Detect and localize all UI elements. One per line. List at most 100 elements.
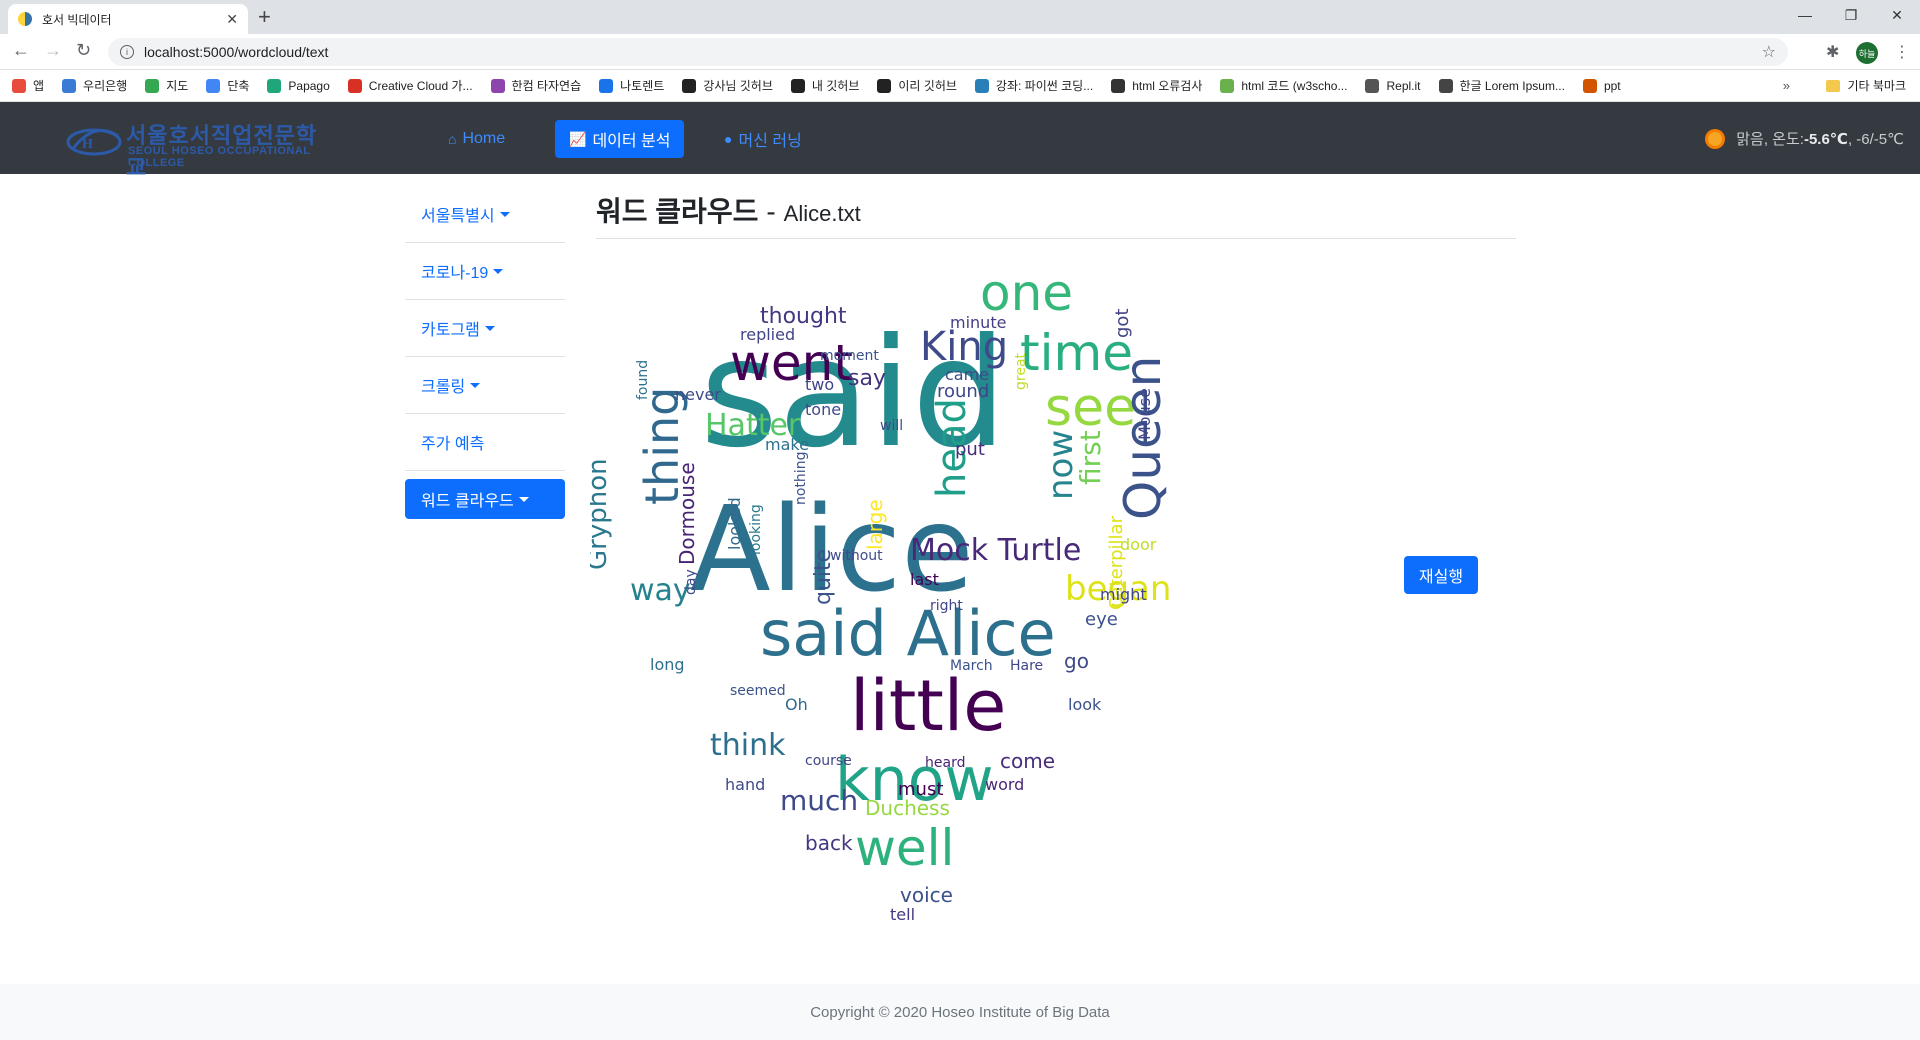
bookmark-item[interactable]: 한글 Lorem Ipsum... — [1438, 77, 1565, 94]
bookmark-item[interactable]: Repl.it — [1365, 78, 1421, 93]
bookmarks-overflow-icon[interactable]: » — [1783, 78, 1790, 93]
bookmark-item[interactable]: 이리 깃허브 — [877, 77, 957, 94]
caret-down-icon — [518, 496, 529, 502]
logo-english-text: SEOUL HOSEO OCCUPATIONAL COLLEGE — [128, 145, 311, 169]
word-cloud-image: saidAlicesaid Alicelittleknowwentthingon… — [590, 264, 1172, 924]
bookmark-favicon-icon — [1365, 78, 1380, 93]
college-logo[interactable]: H 서울호서직업전문학교 SEOUL HOSEO OCCUPATIONAL CO… — [64, 116, 334, 180]
back-arrow-icon[interactable]: ← — [12, 40, 30, 61]
bookmark-label: 우리은행 — [83, 79, 128, 93]
cloud-word: door — [1120, 535, 1157, 554]
bookmark-item[interactable]: 우리은행 — [62, 77, 127, 94]
bookmark-item[interactable]: 강사님 깃허브 — [682, 77, 773, 94]
cloud-word: replied — [740, 325, 795, 344]
weather-range: , -6/-5℃ — [1847, 130, 1904, 148]
bookmark-item[interactable]: Creative Cloud 가... — [347, 77, 473, 94]
bookmark-favicon-icon — [145, 78, 160, 93]
info-icon[interactable]: i — [120, 45, 134, 59]
page-title: 워드 클라우드 - Alice.txt — [596, 190, 861, 230]
extensions-puzzle-icon[interactable]: ✱ — [1826, 42, 1839, 62]
brain-icon: ● — [724, 131, 733, 147]
chart-line-icon: 📈 — [569, 130, 587, 147]
browser-tab[interactable]: 호서 빅데이터 ✕ — [8, 4, 248, 34]
cloud-word: think — [710, 728, 786, 763]
page-title-filename: Alice.txt — [783, 201, 861, 226]
bookmark-item[interactable]: 내 깃허브 — [790, 77, 859, 94]
bookmark-item[interactable]: html 오류검사 — [1111, 77, 1202, 94]
bookmark-item[interactable]: 단축 — [206, 77, 249, 94]
tab-title: 호서 빅데이터 — [42, 12, 112, 27]
sidebar-item-wordcloud[interactable]: 워드 클라우드 — [405, 479, 565, 519]
bookmark-favicon-icon — [1582, 78, 1597, 93]
nav-machine-learning[interactable]: ● 머신 러닝 — [710, 120, 816, 158]
cloud-word: hand — [725, 775, 765, 794]
bookmark-label: Creative Cloud 가... — [368, 79, 473, 93]
bookmark-item[interactable]: 앱 — [12, 77, 44, 94]
bookmark-label: 이리 깃허브 — [898, 79, 957, 93]
url-text[interactable]: localhost:5000/wordcloud/text — [144, 44, 328, 60]
rerun-button[interactable]: 재실행 — [1404, 556, 1478, 594]
minimize-icon[interactable]: — — [1782, 0, 1828, 30]
page-title-text: 워드 클라우드 — [596, 196, 759, 227]
bookmark-label: 한컴 타자연습 — [511, 79, 582, 93]
footer: Copyright © 2020 Hoseo Institute of Big … — [0, 984, 1920, 1040]
bookmark-star-icon[interactable]: ☆ — [1762, 42, 1776, 62]
bookmark-favicon-icon — [12, 78, 26, 93]
sidebar-item-covid[interactable]: 코로나-19 — [405, 243, 565, 300]
menu-kebab-icon[interactable]: ⋮ — [1894, 42, 1910, 62]
cloud-word: March — [950, 658, 993, 674]
sidebar-item-label: 주가 예측 — [421, 436, 485, 453]
new-tab-button[interactable]: + — [258, 4, 271, 30]
nav-machine-learning-label: 머신 러닝 — [738, 133, 802, 150]
cloud-word: might — [1100, 585, 1147, 604]
cloud-word: day — [683, 569, 699, 595]
bookmark-label: 앱 — [33, 79, 45, 93]
bookmark-item[interactable]: Papago — [267, 78, 330, 93]
cloud-word: moment — [820, 348, 879, 364]
bookmark-label: html 오류검사 — [1132, 79, 1203, 93]
sidebar-item-cartogram[interactable]: 카토그램 — [405, 300, 565, 357]
cloud-word: must — [898, 779, 943, 800]
close-window-icon[interactable]: ✕ — [1874, 0, 1920, 30]
cloud-word: got — [1112, 309, 1133, 339]
bookmark-item[interactable]: 나토렌트 — [599, 77, 664, 94]
profile-avatar[interactable]: 하늘 — [1856, 42, 1878, 64]
reload-icon[interactable]: ↻ — [76, 40, 91, 61]
cloud-word: Gryphon — [590, 458, 613, 570]
bookmark-item[interactable]: html 코드 (w3scho... — [1220, 77, 1347, 94]
cloud-word: never — [675, 385, 721, 404]
cloud-word: last — [910, 570, 939, 589]
cloud-word: large — [863, 499, 887, 550]
home-icon: ⌂ — [448, 131, 457, 147]
window-controls: — ❐ ✕ — [1782, 0, 1920, 30]
nav-home-label: Home — [462, 130, 506, 147]
close-tab-icon[interactable]: ✕ — [226, 11, 238, 28]
bookmark-item[interactable]: 강좌: 파이썬 코딩... — [974, 77, 1093, 94]
forward-arrow-icon[interactable]: → — [44, 40, 62, 61]
cloud-word: round — [937, 381, 989, 402]
bookmark-item[interactable]: ppt — [1582, 78, 1621, 93]
bookmark-label: html 코드 (w3scho... — [1241, 79, 1348, 93]
bookmark-label: 강사님 깃허브 — [703, 79, 773, 93]
other-bookmarks-folder[interactable]: 기타 북마크 — [1826, 77, 1906, 94]
sidebar-item-seoul[interactable]: 서울특별시 — [405, 186, 565, 243]
bookmark-item[interactable]: 지도 — [145, 77, 188, 94]
cloud-word: Hare — [1010, 658, 1043, 674]
python-favicon-icon — [18, 12, 32, 26]
cloud-word: nothing — [793, 452, 809, 505]
nav-home[interactable]: ⌂ Home — [434, 120, 519, 158]
bookmark-item[interactable]: 한컴 타자연습 — [490, 77, 582, 94]
sidebar-item-stock[interactable]: 주가 예측 — [405, 414, 565, 471]
sidebar-item-crawling[interactable]: 크롤링 — [405, 357, 565, 414]
bookmark-label: 나토렌트 — [620, 79, 665, 93]
cloud-word: first — [1074, 430, 1107, 485]
sidebar-item-label: 워드 클라우드 — [421, 493, 514, 510]
cloud-word: eye — [1085, 609, 1118, 630]
other-bookmarks-label: 기타 북마크 — [1847, 79, 1906, 93]
bookmark-favicon-icon — [490, 78, 505, 93]
url-bar[interactable]: i localhost:5000/wordcloud/text ☆ — [108, 38, 1788, 66]
cloud-word: go — [1064, 649, 1089, 673]
cloud-word: come — [1000, 749, 1055, 773]
restore-icon[interactable]: ❐ — [1828, 0, 1874, 30]
nav-data-analysis[interactable]: 📈 데이터 분석 — [555, 120, 685, 158]
